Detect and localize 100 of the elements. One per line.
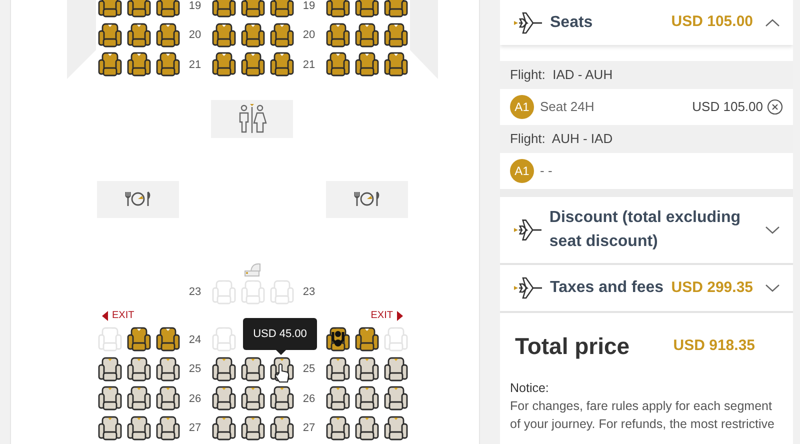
seat[interactable]	[156, 386, 180, 412]
passenger-badge: A1	[510, 95, 534, 119]
seat[interactable]	[212, 356, 236, 382]
chevron-up-icon[interactable]	[765, 18, 780, 28]
plane-icon	[514, 217, 544, 243]
seat[interactable]	[355, 52, 379, 78]
row-number: 20	[188, 28, 202, 43]
summary-section[interactable]: Discount (total excluding seat discount)	[500, 197, 793, 265]
tooltip-pointer-icon	[275, 349, 287, 356]
row-number: 25	[188, 362, 202, 377]
seat[interactable]	[355, 356, 379, 382]
seat[interactable]	[212, 52, 236, 78]
flight-route: Flight: IAD - AUH	[510, 66, 613, 84]
plane-icon	[514, 10, 544, 36]
row-number: 27	[188, 421, 202, 436]
total-amount: USD 918.35	[673, 336, 755, 356]
seat[interactable]	[384, 52, 408, 78]
section-title: Discount (total excluding seat discount)	[549, 208, 742, 252]
seat[interactable]	[156, 416, 180, 441]
remove-icon[interactable]	[767, 99, 783, 115]
seat[interactable]	[270, 416, 294, 441]
seat[interactable]	[326, 327, 350, 352]
seat[interactable]	[270, 22, 294, 48]
seat[interactable]	[156, 356, 180, 382]
row-number: 23	[302, 285, 316, 300]
seat[interactable]	[98, 22, 122, 48]
seat[interactable]	[384, 0, 408, 18]
row-number: 21	[188, 58, 202, 72]
total-label: Total price	[515, 332, 630, 361]
meal-icon	[354, 191, 380, 207]
seat[interactable]	[241, 386, 265, 412]
row-number: 19	[302, 0, 316, 14]
seat[interactable]	[212, 386, 236, 412]
row-number: 21	[302, 58, 316, 72]
seat[interactable]	[98, 0, 122, 18]
exit-label: EXIT	[112, 311, 134, 321]
row-number: 24	[188, 332, 202, 348]
seat[interactable]	[127, 0, 151, 18]
seat[interactable]	[270, 0, 294, 18]
seat[interactable]	[156, 52, 180, 78]
chevron-down-icon[interactable]	[765, 283, 780, 293]
seat[interactable]	[212, 0, 236, 18]
row-number: 26	[302, 392, 316, 406]
lavatory-icon	[237, 102, 267, 134]
seat[interactable]	[326, 52, 350, 78]
seat-assignment: - -	[540, 162, 552, 180]
row-number: 23	[188, 285, 202, 300]
row-number: 20	[302, 28, 316, 43]
notice-text: For changes, fare rules apply for each segment of your journey. For refunds, the most restrictive	[509, 398, 776, 433]
section-amount: USD 299.35	[671, 278, 753, 298]
seat[interactable]	[355, 0, 379, 18]
seat[interactable]	[127, 356, 151, 382]
flight-route: Flight: AUH - IAD	[510, 130, 613, 148]
seat[interactable]	[241, 52, 265, 78]
seat[interactable]	[355, 22, 379, 48]
seat[interactable]	[355, 416, 379, 441]
seat[interactable]	[326, 386, 350, 412]
seat[interactable]	[241, 416, 265, 441]
seat[interactable]	[241, 22, 265, 48]
price-tooltip: USD 45.00	[243, 318, 317, 350]
plane-icon	[514, 275, 544, 301]
seat[interactable]	[355, 327, 379, 352]
notice-title: Notice:	[509, 380, 550, 397]
seat[interactable]	[127, 52, 151, 78]
seat[interactable]	[270, 386, 294, 412]
summary-section[interactable]: Taxes and fees USD 299.35	[500, 265, 793, 313]
arrow-right-icon	[397, 311, 403, 321]
seat[interactable]	[241, 356, 265, 382]
seat-price: USD 105.00	[692, 98, 763, 116]
row-number: 27	[302, 421, 316, 436]
seat[interactable]	[98, 386, 122, 412]
seat[interactable]	[127, 327, 151, 352]
seat[interactable]	[98, 356, 122, 382]
row-number: 26	[188, 392, 202, 406]
seat[interactable]	[98, 416, 122, 441]
seat[interactable]	[127, 416, 151, 441]
section-title: Taxes and fees	[550, 278, 664, 298]
seat[interactable]	[212, 416, 236, 441]
seat[interactable]	[270, 52, 294, 78]
seat[interactable]	[384, 386, 408, 412]
seats-amount: USD 105.00	[671, 12, 753, 32]
seat[interactable]	[156, 22, 180, 48]
chevron-down-icon[interactable]	[765, 225, 780, 235]
seat[interactable]	[156, 327, 180, 352]
seat[interactable]	[241, 0, 265, 18]
seat[interactable]	[156, 0, 180, 18]
seat[interactable]	[212, 22, 236, 48]
seat[interactable]	[326, 22, 350, 48]
seat[interactable]	[384, 416, 408, 441]
seat[interactable]	[98, 52, 122, 78]
seat[interactable]	[355, 386, 379, 412]
seat[interactable]	[384, 356, 408, 382]
seats-header[interactable]: Seats USD 105.00	[500, 0, 793, 45]
seat[interactable]	[127, 22, 151, 48]
seat[interactable]	[384, 22, 408, 48]
seat[interactable]	[326, 356, 350, 382]
seat[interactable]	[127, 386, 151, 412]
seat-assignment: Seat 24H	[540, 98, 594, 116]
seat[interactable]	[326, 416, 350, 441]
seat[interactable]	[326, 0, 350, 18]
